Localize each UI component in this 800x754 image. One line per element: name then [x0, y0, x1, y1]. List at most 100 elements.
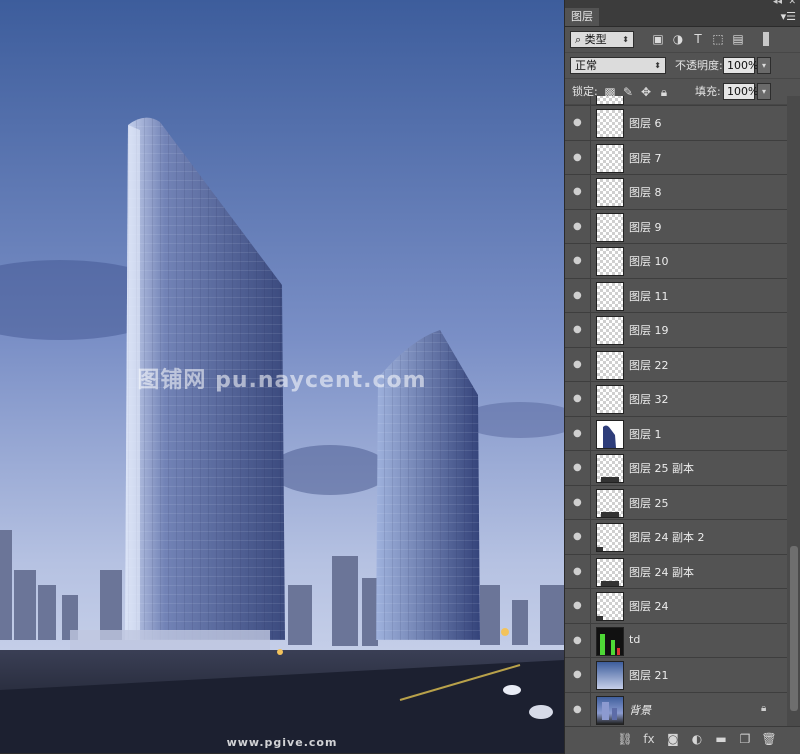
layer-row[interactable]: ● td	[565, 623, 787, 658]
shape-filter-icon[interactable]: ⬚	[711, 32, 725, 46]
layer-name[interactable]: 图层 21	[629, 667, 669, 683]
visibility-toggle[interactable]: ●	[565, 175, 591, 209]
layer-thumbnail	[596, 212, 624, 242]
eye-icon: ●	[573, 289, 582, 301]
tab-layers[interactable]: 图层	[565, 8, 599, 26]
collapse-panel-icon[interactable]: ◂◂	[773, 0, 782, 7]
visibility-toggle[interactable]: ●	[565, 209, 591, 243]
layer-name[interactable]: td	[629, 633, 640, 646]
add-mask-icon[interactable]: ◙	[665, 732, 681, 746]
link-layers-icon[interactable]: ⛓	[617, 732, 633, 746]
visibility-toggle[interactable]: ●	[565, 451, 591, 485]
layer-row[interactable]: ● 图层 24	[565, 589, 787, 624]
layer-row[interactable]: ● 图层 11	[565, 278, 787, 313]
layer-lock-icon: 🔒︎	[761, 702, 767, 714]
layer-name[interactable]: 图层 24	[629, 598, 669, 614]
filter-toggle-icon[interactable]	[763, 32, 769, 46]
layer-row[interactable]: ● 背景 🔒︎	[565, 692, 787, 726]
adjustment-filter-icon[interactable]: ◑	[671, 32, 685, 46]
layer-name[interactable]: 图层 25 副本	[629, 460, 694, 476]
layer-name[interactable]: 图层 19	[629, 322, 669, 338]
visibility-toggle[interactable]	[565, 96, 591, 105]
document-canvas[interactable]: 图铺网 pu.naycent.com www.pgive.com	[0, 0, 564, 753]
panel-title-strip: ◂◂ ✕	[565, 0, 800, 8]
visibility-toggle[interactable]: ●	[565, 520, 591, 554]
layer-row[interactable]: ● 图层 22	[565, 347, 787, 382]
visibility-toggle[interactable]: ●	[565, 244, 591, 278]
opacity-label: 不透明度:	[675, 59, 723, 72]
layer-thumbnail	[596, 109, 624, 138]
visibility-toggle[interactable]: ●	[565, 554, 591, 588]
visibility-toggle[interactable]: ●	[565, 382, 591, 416]
layer-row[interactable]: ● 图层 24 副本 2	[565, 520, 787, 555]
visibility-toggle[interactable]: ●	[565, 278, 591, 312]
layer-name[interactable]: 图层 24 副本 2	[629, 529, 705, 545]
visibility-toggle[interactable]: ●	[565, 589, 591, 623]
layer-name[interactable]: 图层 8	[629, 184, 662, 200]
layer-row[interactable]: ● 图层 21	[565, 658, 787, 693]
layer-name[interactable]: 图层 9	[629, 219, 662, 235]
layer-name[interactable]: 图层 6	[629, 115, 662, 131]
select-arrow-icon: ⬍	[622, 35, 629, 44]
layer-name[interactable]: 图层 10	[629, 253, 669, 269]
layer-name[interactable]: 图层 25	[629, 495, 669, 511]
layer-row[interactable]: ● 图层 25	[565, 485, 787, 520]
visibility-toggle[interactable]: ●	[565, 106, 591, 140]
adjustment-layer-icon[interactable]: ◐	[689, 732, 705, 746]
layer-name[interactable]: 图层 7	[629, 150, 662, 166]
layer-list-scrollbar[interactable]	[787, 96, 800, 726]
eye-icon: ●	[573, 600, 582, 611]
blend-mode-select[interactable]: 正常 ⬍	[570, 57, 666, 74]
layer-thumbnail	[596, 626, 624, 656]
eye-icon: ●	[573, 703, 582, 715]
visibility-toggle[interactable]: ●	[565, 658, 591, 692]
layer-row[interactable]: ● 图层 1	[565, 416, 787, 451]
layer-row[interactable]	[565, 96, 787, 106]
layer-row[interactable]: ● 图层 8	[565, 175, 787, 210]
layer-thumbnail	[596, 592, 624, 621]
filter-kind-select[interactable]: ⌕ 类型 ⬍	[570, 31, 634, 48]
eye-icon: ●	[573, 324, 582, 335]
layer-name[interactable]: 背景	[629, 702, 651, 718]
layer-name[interactable]: 图层 22	[629, 357, 669, 373]
eye-icon: ●	[573, 462, 582, 473]
delete-layer-icon[interactable]: 🗑︎	[761, 732, 777, 746]
new-layer-icon[interactable]: ❐	[737, 732, 753, 746]
layer-row[interactable]: ● 图层 10	[565, 244, 787, 279]
opacity-field[interactable]: 100%	[723, 57, 758, 74]
layer-row[interactable]: ● 图层 24 副本	[565, 554, 787, 589]
scrollbar-thumb[interactable]	[790, 546, 798, 711]
layer-thumbnail	[596, 247, 624, 276]
layer-name[interactable]: 图层 1	[629, 426, 662, 442]
layer-thumbnail	[596, 454, 624, 483]
smart-object-filter-icon[interactable]: ▤	[731, 32, 745, 46]
layer-row[interactable]: ● 图层 7	[565, 140, 787, 175]
type-filter-icon[interactable]: T	[691, 32, 705, 46]
layer-row[interactable]: ● 图层 9	[565, 209, 787, 244]
blend-opacity-row: 正常 ⬍ 不透明度: 100% ▾	[565, 53, 800, 79]
layer-row[interactable]: ● 图层 19	[565, 313, 787, 348]
visibility-toggle[interactable]: ●	[565, 347, 591, 381]
eye-icon: ●	[573, 669, 582, 680]
layer-row[interactable]: ● 图层 32	[565, 382, 787, 417]
layer-row[interactable]: ● 图层 25 副本	[565, 451, 787, 486]
layer-thumbnail	[596, 178, 624, 207]
panel-menu-icon[interactable]: ▾☰	[781, 10, 796, 23]
visibility-toggle[interactable]: ●	[565, 485, 591, 519]
visibility-toggle[interactable]: ●	[565, 623, 591, 657]
layer-name[interactable]: 图层 32	[629, 391, 669, 407]
layer-name[interactable]: 图层 24 副本	[629, 564, 694, 580]
fx-icon[interactable]: fx	[641, 732, 657, 746]
eye-icon: ●	[573, 393, 582, 404]
opacity-dropdown-icon[interactable]: ▾	[757, 57, 771, 74]
visibility-toggle[interactable]: ●	[565, 313, 591, 347]
visibility-toggle[interactable]: ●	[565, 416, 591, 450]
close-panel-icon[interactable]: ✕	[788, 0, 796, 7]
visibility-toggle[interactable]: ●	[565, 692, 591, 726]
layer-row[interactable]: ● 图层 6	[565, 106, 787, 141]
visibility-toggle[interactable]: ●	[565, 140, 591, 174]
layer-name[interactable]: 图层 11	[629, 288, 669, 304]
image-filter-icon[interactable]: ▣	[651, 32, 665, 46]
layer-thumbnail	[596, 695, 624, 725]
new-group-icon[interactable]: ▬	[713, 732, 729, 746]
